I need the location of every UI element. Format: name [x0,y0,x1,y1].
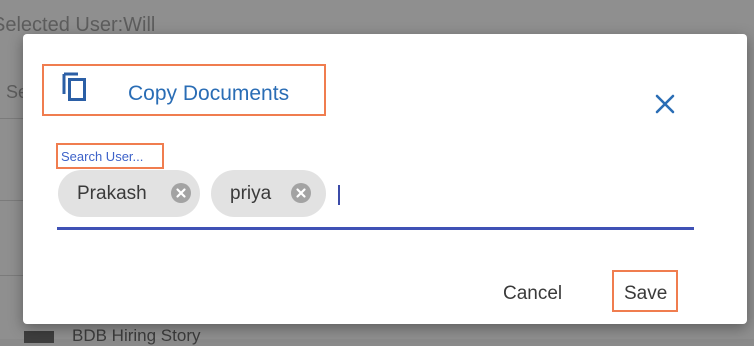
save-button-label: Save [624,283,668,304]
user-chip-prakash: Prakash [58,170,200,217]
cancel-circle-icon[interactable] [291,183,311,203]
dialog-title: Copy Documents [128,82,290,105]
cancel-button[interactable]: Cancel [503,283,562,305]
input-underline [57,227,694,230]
dialog-header: Copy Documents [42,64,326,116]
close-icon[interactable] [650,89,680,119]
user-chip-priya: priya [211,170,326,217]
chip-label: Prakash [77,182,147,204]
search-user-label: Search User... [61,149,144,164]
copy-icon [62,72,86,101]
text-cursor [338,185,340,205]
document-icon [24,331,54,343]
save-button[interactable]: Save [612,270,678,312]
close-button[interactable] [650,89,680,119]
cancel-circle-icon[interactable] [171,183,191,203]
chip-label: priya [230,182,272,204]
search-label-box: Search User... [56,143,164,169]
copy-documents-dialog: Copy Documents Search User... Prakash pr… [23,34,747,324]
document-list-item[interactable]: BDB Hiring Story [72,326,200,346]
